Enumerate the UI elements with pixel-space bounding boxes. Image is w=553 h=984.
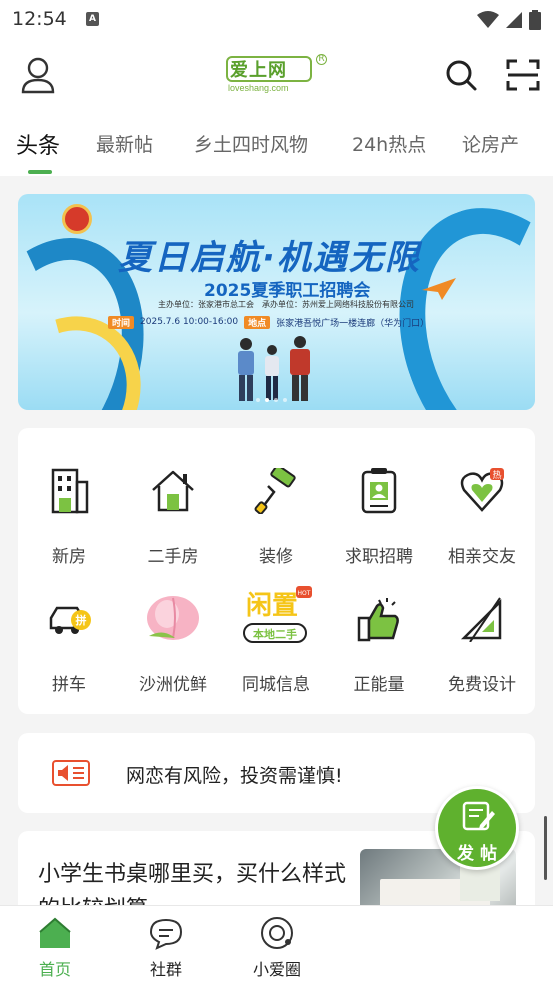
registered-mark: R bbox=[316, 54, 327, 65]
carousel-dot bbox=[274, 398, 278, 402]
banner-title: 夏日启航·机遇无限 bbox=[118, 238, 421, 278]
carousel-indicator bbox=[256, 398, 287, 402]
status-time: 12:54 bbox=[12, 8, 67, 30]
bottom-navigation: 首页 社群 小爱圈 bbox=[0, 905, 553, 984]
status-indicators bbox=[477, 10, 541, 30]
carpool-badge-text: 拼 bbox=[76, 613, 87, 627]
carousel-dot bbox=[265, 398, 269, 402]
idle-hot-badge: HOT bbox=[298, 590, 311, 597]
banner-carousel[interactable]: 夏日启航·机遇无限 2025夏季职工招聘会 主办单位：张家港市总工会 承办单位：… bbox=[18, 194, 535, 410]
chat-icon bbox=[149, 918, 183, 950]
ruler-icon bbox=[460, 597, 502, 642]
grid-item-jobs[interactable]: 求职招聘 bbox=[329, 438, 429, 567]
idle-icon: 闲置 HOT 本地二手 bbox=[243, 586, 312, 643]
grid-item-fresh-food[interactable]: 沙洲优鲜 bbox=[123, 566, 223, 695]
grid-item-positive-energy[interactable]: 正能量 bbox=[329, 566, 429, 695]
grid-item-dating[interactable]: 热 相亲交友 bbox=[432, 438, 532, 567]
grid-label: 免费设计 bbox=[448, 675, 516, 695]
grid-label: 二手房 bbox=[147, 547, 199, 567]
building-icon bbox=[51, 468, 89, 514]
active-tab-indicator bbox=[28, 170, 52, 174]
grid-label: 相亲交友 bbox=[448, 547, 516, 567]
peach-icon bbox=[147, 596, 199, 640]
grid-label: 新房 bbox=[52, 547, 86, 567]
paper-plane-icon bbox=[422, 278, 456, 300]
place-value: 张家港吾悦广场一楼连廊（华为门口） bbox=[276, 318, 430, 329]
megaphone-icon bbox=[52, 760, 90, 786]
home-icon bbox=[39, 917, 71, 948]
battery-icon bbox=[529, 10, 541, 30]
grid-label: 求职招聘 bbox=[345, 547, 413, 567]
car-icon: 拼 bbox=[49, 606, 91, 634]
logo-text: 爱上网 bbox=[230, 60, 287, 81]
grid-item-local-info[interactable]: 闲置 HOT 本地二手 同城信息 bbox=[226, 566, 326, 695]
tab-real-estate[interactable]: 论房产 bbox=[462, 130, 519, 157]
app-header: 爱上网 loveshang.com R bbox=[0, 40, 553, 112]
grid-label: 装修 bbox=[259, 547, 293, 567]
scrollbar[interactable] bbox=[544, 816, 547, 880]
heart-icon: 热 bbox=[460, 468, 504, 512]
grid-item-second-hand-house[interactable]: 二手房 bbox=[123, 438, 223, 567]
logo: 爱上网 loveshang.com R bbox=[224, 54, 330, 96]
place-label: 地点 bbox=[244, 315, 271, 329]
idle-tag: 本地二手 bbox=[253, 627, 297, 641]
thumbs-up-icon bbox=[357, 598, 399, 642]
post-button-label: 发 帖 bbox=[457, 844, 497, 864]
search-icon[interactable] bbox=[444, 58, 478, 92]
house-icon bbox=[152, 470, 194, 512]
grid-label: 拼车 bbox=[52, 675, 86, 695]
time-label: 时间 bbox=[108, 315, 135, 329]
grid-label: 正能量 bbox=[353, 675, 405, 695]
paint-roller-icon bbox=[254, 468, 296, 514]
grid-item-new-house[interactable]: 新房 bbox=[19, 438, 119, 567]
grid-item-carpool[interactable]: 拼 拼车 bbox=[19, 566, 119, 695]
edit-icon bbox=[462, 801, 495, 831]
nav-circle[interactable]: 小爱圈 bbox=[242, 916, 312, 980]
grid-label: 同城信息 bbox=[242, 675, 310, 695]
nav-community[interactable]: 社群 bbox=[131, 916, 201, 980]
service-grid: 新房 二手房 装修 求职招聘 热 相亲交友 拼 拼车 沙洲优鲜 闲置 HOT 本… bbox=[18, 428, 535, 714]
logo-domain: loveshang.com bbox=[228, 83, 289, 93]
circle-icon bbox=[261, 917, 293, 949]
tab-latest[interactable]: 最新帖 bbox=[96, 130, 153, 157]
badge-icon bbox=[361, 468, 397, 514]
banner-organizers: 主办单位：张家港市总工会 承办单位：苏州爱上网络科技股份有限公司 bbox=[158, 300, 414, 309]
notification-icon: A bbox=[86, 12, 99, 26]
time-value: 2025.7.6 10:00-16:00 bbox=[140, 317, 239, 327]
user-icon[interactable] bbox=[20, 56, 56, 96]
notice-text: 网恋有风险，投资需谨慎! bbox=[126, 765, 343, 787]
carousel-dot bbox=[283, 398, 287, 402]
status-bar: 12:54 A bbox=[0, 0, 553, 40]
idle-word: 闲置 bbox=[246, 591, 298, 621]
tab-24h-hot[interactable]: 24h热点 bbox=[352, 130, 426, 157]
signal-icon bbox=[506, 12, 522, 28]
union-emblem-icon bbox=[62, 204, 92, 234]
banner-info: 时间 2025.7.6 10:00-16:00 地点 张家港吾悦广场一楼连廊（华… bbox=[108, 315, 429, 329]
post-button[interactable]: 发 帖 bbox=[435, 786, 519, 870]
carousel-dot bbox=[256, 398, 260, 402]
nav-home[interactable]: 首页 bbox=[20, 916, 90, 980]
nav-label: 首页 bbox=[38, 960, 71, 979]
scan-icon[interactable] bbox=[506, 58, 540, 92]
grid-item-free-design[interactable]: 免费设计 bbox=[432, 566, 532, 695]
wifi-icon bbox=[477, 11, 499, 28]
tab-headlines[interactable]: 头条 bbox=[16, 128, 60, 160]
nav-label: 小爱圈 bbox=[252, 960, 301, 979]
hot-badge-text: 热 bbox=[492, 469, 501, 481]
tab-local-culture[interactable]: 乡土四时风物 bbox=[194, 130, 308, 157]
grid-item-decoration[interactable]: 装修 bbox=[226, 438, 326, 567]
nav-label: 社群 bbox=[149, 960, 182, 979]
category-tabs: 头条 最新帖 乡土四时风物 24h热点 论房产 bbox=[0, 112, 553, 176]
grid-label: 沙洲优鲜 bbox=[139, 675, 207, 695]
banner-subtitle: 2025夏季职工招聘会 bbox=[204, 281, 371, 301]
job-seekers-illustration bbox=[238, 336, 310, 401]
